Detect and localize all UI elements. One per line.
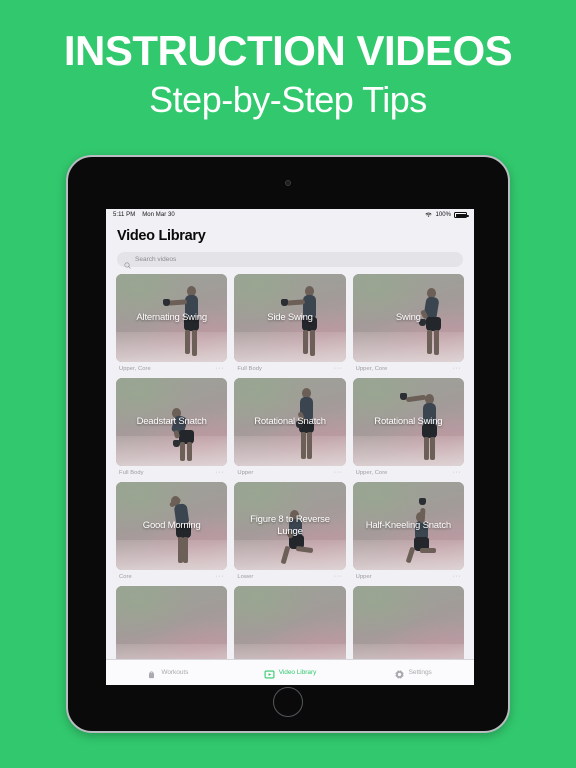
page-title: Video Library — [117, 228, 206, 244]
video-title: Rotational Swing — [374, 416, 443, 428]
tab-settings[interactable]: Settings — [351, 660, 474, 685]
promo-title: INSTRUCTION VIDEOS — [63, 27, 513, 75]
kettlebell-icon — [146, 667, 157, 679]
home-button[interactable] — [273, 687, 303, 717]
status-bar-time: 5:11 PM — [113, 212, 136, 218]
tab-video-library-label: Video Library — [278, 669, 317, 676]
video-tags: Full Body — [119, 469, 144, 476]
status-bar: 5:11 PM Mon Mar 30 100% — [106, 209, 474, 221]
video-title: Rotational Snatch — [254, 416, 326, 428]
video-meta-row: Upper, Core ··· — [116, 362, 227, 372]
video-more-icon[interactable]: ··· — [334, 365, 343, 372]
video-tags: Full Body — [237, 365, 262, 372]
video-tags: Core — [119, 573, 132, 580]
video-thumbnail[interactable]: Good Morning — [116, 482, 228, 570]
video-meta-row: Upper, Core ··· — [353, 362, 464, 372]
app-header: Video Library Search videos — [106, 221, 474, 269]
video-tags: Upper, Core — [119, 365, 151, 372]
video-title: Good Morning — [142, 520, 201, 532]
video-title: Swing — [395, 312, 421, 324]
wifi-icon — [425, 212, 432, 218]
video-tags: Upper — [237, 469, 254, 476]
video-title: Half-Kneeling Snatch — [365, 520, 451, 532]
promo-banner: INSTRUCTION VIDEOS Step-by-Step Tips — [0, 0, 576, 150]
tab-workouts[interactable]: Workouts — [106, 660, 229, 685]
video-card[interactable]: Alternating Swing Upper, Core ··· — [116, 274, 228, 372]
video-thumbnail[interactable]: Rotational Swing — [352, 378, 464, 466]
video-thumbnail[interactable]: Swing — [352, 274, 464, 362]
video-tags: Upper, Core — [355, 469, 388, 476]
video-thumbnail[interactable]: Alternating Swing — [116, 274, 228, 362]
tab-settings-label: Settings — [408, 669, 432, 676]
front-camera-icon — [285, 180, 291, 186]
video-card[interactable]: Deadstart Snatch Full Body ··· — [116, 378, 228, 476]
video-more-icon[interactable]: ··· — [216, 365, 225, 372]
video-title: Figure 8 to Reverse Lunge — [250, 514, 330, 537]
video-thumbnail[interactable]: Half-Kneeling Snatch — [352, 482, 464, 570]
tab-video-library[interactable]: Video Library — [229, 660, 352, 685]
video-thumbnail[interactable]: Deadstart Snatch — [116, 378, 228, 466]
video-meta-row: Upper ··· — [353, 570, 464, 580]
video-thumbnail[interactable]: Side Swing — [234, 274, 346, 362]
status-bar-date: Mon Mar 30 — [142, 212, 175, 218]
video-meta-row: Upper, Core ··· — [353, 466, 464, 476]
video-card[interactable]: Rotational Swing Upper, Core ··· — [352, 378, 464, 476]
search-icon — [124, 256, 131, 269]
search-input[interactable]: Search videos — [117, 252, 463, 269]
video-meta-row: Full Body ··· — [116, 466, 227, 476]
video-title: Deadstart Snatch — [136, 416, 207, 428]
search-placeholder: Search videos — [135, 256, 177, 263]
video-more-icon[interactable]: ··· — [216, 469, 225, 476]
video-more-icon[interactable]: ··· — [216, 573, 225, 580]
video-card[interactable]: Good Morning Core ··· — [116, 482, 228, 580]
bottom-tab-bar: Workouts Video Library Settings — [106, 659, 474, 685]
battery-full-icon — [454, 212, 469, 218]
video-play-icon — [264, 667, 275, 679]
video-meta-row: Full Body ··· — [234, 362, 345, 372]
video-meta-row: Core ··· — [116, 570, 227, 580]
video-tags: Upper, Core — [355, 365, 388, 372]
video-card[interactable]: Figure 8 to Reverse Lunge Lower ··· — [234, 482, 346, 580]
video-card[interactable]: Rotational Snatch Upper ··· — [234, 378, 346, 476]
video-meta-row: Lower ··· — [234, 570, 345, 580]
video-more-icon[interactable]: ··· — [334, 573, 343, 580]
video-grid: Alternating Swing Upper, Core ··· Side S… — [106, 274, 474, 680]
tablet-device-frame: 5:11 PM Mon Mar 30 100% Video Library Se… — [66, 155, 510, 733]
video-meta-row: Upper ··· — [234, 466, 345, 476]
video-thumbnail[interactable]: Rotational Snatch — [234, 378, 346, 466]
gear-icon — [394, 667, 405, 680]
video-more-icon[interactable]: ··· — [334, 469, 343, 476]
video-card[interactable]: Swing Upper, Core ··· — [352, 274, 464, 372]
promo-subtitle: Step-by-Step Tips — [149, 79, 427, 121]
video-more-icon[interactable]: ··· — [452, 365, 461, 372]
video-title: Side Swing — [267, 312, 313, 324]
battery-percent-label: 100% — [435, 212, 451, 218]
video-tags: Lower — [237, 573, 254, 580]
video-title: Alternating Swing — [136, 312, 207, 324]
video-more-icon[interactable]: ··· — [452, 469, 461, 476]
video-thumbnail[interactable]: Figure 8 to Reverse Lunge — [234, 482, 346, 570]
video-more-icon[interactable]: ··· — [452, 573, 461, 580]
tab-workouts-label: Workouts — [161, 669, 189, 676]
video-card[interactable]: Half-Kneeling Snatch Upper ··· — [352, 482, 464, 580]
video-tags: Upper — [355, 573, 372, 580]
tablet-screen: 5:11 PM Mon Mar 30 100% Video Library Se… — [106, 209, 474, 685]
video-card[interactable]: Side Swing Full Body ··· — [234, 274, 346, 372]
